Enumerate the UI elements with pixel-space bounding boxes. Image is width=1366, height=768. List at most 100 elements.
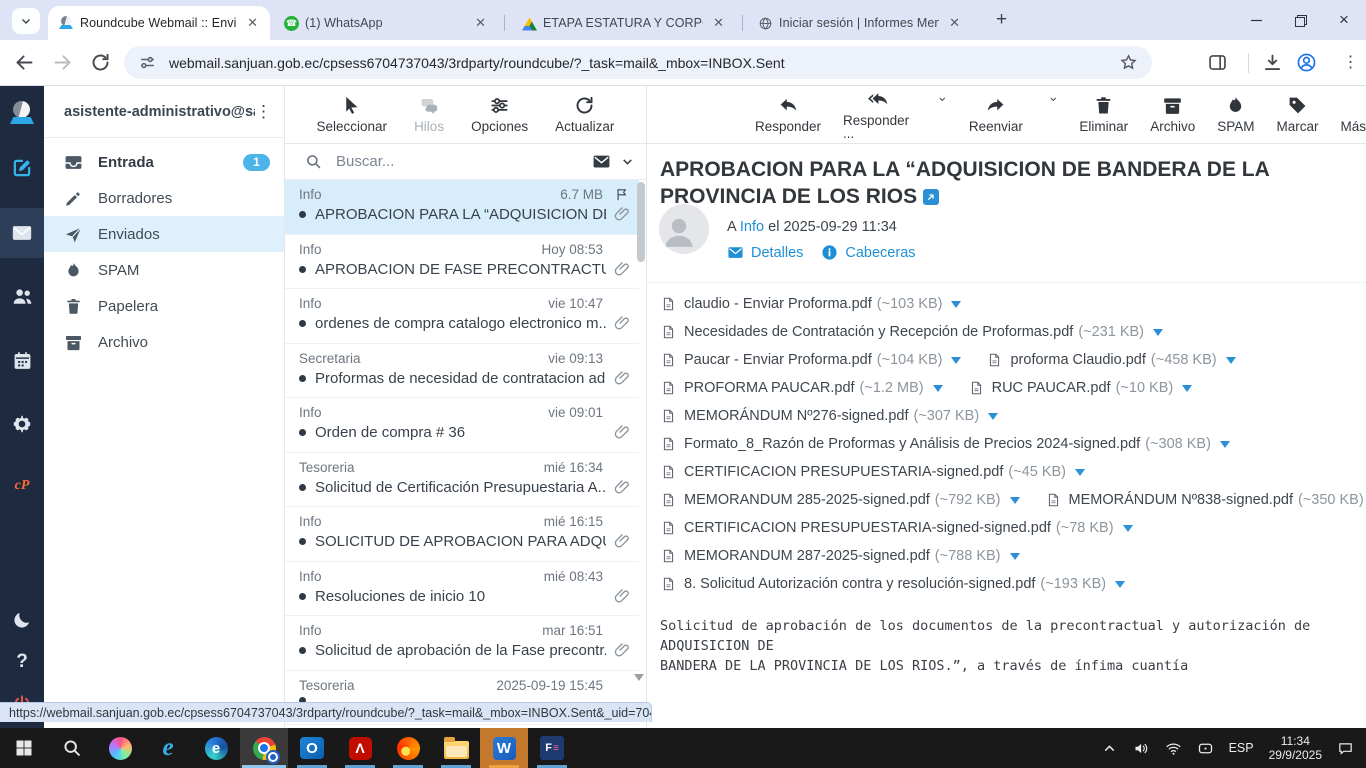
back-button[interactable]: [14, 52, 35, 73]
attachment-item[interactable]: PROFORMA PAUCAR.pdf(~1.2 MB): [661, 379, 943, 397]
taskbar-word-button[interactable]: W: [480, 728, 528, 768]
message-responder-button[interactable]: Responder ...: [843, 89, 912, 141]
external-link-icon[interactable]: [923, 189, 939, 205]
sidebar-item-entrada[interactable]: Entrada1: [44, 144, 284, 180]
attachment-menu-caret-icon[interactable]: [988, 413, 998, 420]
taskbar-internet-explorer-button[interactable]: e: [144, 728, 192, 768]
attachment-menu-caret-icon[interactable]: [933, 385, 943, 392]
attachment-menu-caret-icon[interactable]: [951, 301, 961, 308]
attachment-item[interactable]: MEMORANDUM 285-2025-signed.pdf(~792 KB): [661, 491, 1020, 509]
browser-tab-4[interactable]: Iniciar sesión | Informes Mensua✕: [748, 6, 972, 40]
attachment-item[interactable]: Paucar - Enviar Proforma.pdf(~104 KB): [661, 351, 961, 369]
message-list-row[interactable]: Secretariavie 09:13Proformas de necesida…: [285, 344, 639, 399]
search-input[interactable]: [334, 152, 592, 171]
message-archivo-button[interactable]: Archivo: [1150, 95, 1195, 134]
list-seleccionar-button[interactable]: Seleccionar: [317, 95, 388, 134]
attachment-item[interactable]: CERTIFICACION PRESUPUESTARIA-signed.pdf(…: [661, 463, 1085, 481]
message-list-row[interactable]: Infomié 16:15SOLICITUD DE APROBACION PAR…: [285, 507, 639, 562]
taskbar-acrobat-button[interactable]: Λ: [336, 728, 384, 768]
taskbar-fes-app-button[interactable]: F≡: [528, 728, 576, 768]
compose-button[interactable]: [0, 146, 44, 190]
message-responder-button[interactable]: Responder: [755, 95, 821, 134]
attachment-menu-caret-icon[interactable]: [1115, 581, 1125, 588]
reload-button[interactable]: [90, 52, 111, 73]
attachment-menu-caret-icon[interactable]: [1226, 357, 1236, 364]
attachment-item[interactable]: MEMORÁNDUM Nº276-signed.pdf(~307 KB): [661, 407, 998, 425]
attachment-menu-caret-icon[interactable]: [1153, 329, 1163, 336]
headers-link[interactable]: Cabeceras: [821, 244, 915, 261]
search-bar[interactable]: [285, 144, 646, 180]
taskbar-file-explorer-button[interactable]: [432, 728, 480, 768]
sidebar-item-borradores[interactable]: Borradores: [44, 180, 284, 216]
message-caret-down-icon[interactable]: [1049, 94, 1058, 104]
rail-cpanel-button[interactable]: cP: [0, 464, 44, 508]
message-list-row[interactable]: Infomié 08:43Resoluciones de inicio 10: [285, 562, 639, 617]
attachment-menu-caret-icon[interactable]: [1220, 441, 1230, 448]
close-window-button[interactable]: ×: [1322, 0, 1366, 40]
message-spam-button[interactable]: SPAM: [1217, 95, 1254, 134]
rail-mail-button[interactable]: [0, 208, 44, 258]
list-scrollbar[interactable]: [637, 182, 645, 726]
scrollbar-thumb[interactable]: [637, 182, 645, 262]
side-panel-icon[interactable]: [1207, 52, 1228, 73]
bookmark-star-icon[interactable]: [1119, 53, 1138, 72]
rail-contacts-button[interactable]: [0, 274, 44, 318]
roundcube-logo[interactable]: [0, 92, 44, 136]
rail-settings-button[interactable]: [0, 402, 44, 446]
account-menu-button[interactable]: ⋮: [255, 102, 272, 122]
search-scope-mail-icon[interactable]: [592, 152, 611, 171]
help-button[interactable]: ?: [0, 640, 44, 684]
minimize-button[interactable]: [1234, 0, 1278, 40]
taskbar-start-button[interactable]: [0, 728, 48, 768]
forward-button[interactable]: [52, 52, 73, 73]
list-actualizar-button[interactable]: Actualizar: [555, 95, 614, 134]
taskbar-chrome-button[interactable]: [240, 728, 288, 768]
profile-avatar-icon[interactable]: [1296, 52, 1317, 73]
volume-icon[interactable]: [1133, 740, 1150, 757]
attachment-item[interactable]: proforma Claudio.pdf(~458 KB): [987, 351, 1235, 369]
recipient-link[interactable]: Info: [740, 219, 764, 235]
browser-tab-2[interactable]: ☎(1) WhatsApp✕: [274, 6, 498, 40]
tray-chevron-up-icon[interactable]: [1101, 740, 1118, 757]
tab-search-button[interactable]: [12, 8, 40, 34]
taskbar-edge-button[interactable]: e: [192, 728, 240, 768]
wifi-icon[interactable]: [1165, 740, 1182, 757]
attachment-menu-caret-icon[interactable]: [1010, 553, 1020, 560]
attachment-item[interactable]: Formato_8_Razón de Proformas y Análisis …: [661, 435, 1230, 453]
tab-close-icon[interactable]: ✕: [945, 14, 964, 32]
attachment-menu-caret-icon[interactable]: [1010, 497, 1020, 504]
tab-close-icon[interactable]: ✕: [243, 14, 262, 32]
dark-mode-button[interactable]: [0, 598, 44, 642]
browser-tab-1[interactable]: Roundcube Webmail :: Enviados✕: [48, 6, 270, 40]
taskbar-outlook-button[interactable]: O: [288, 728, 336, 768]
message-list-row[interactable]: Infovie 10:47ordenes de compra catalogo …: [285, 289, 639, 344]
message-list-row[interactable]: Info6.7 MBAPROBACION PARA LA “ADQUISICIO…: [285, 180, 639, 235]
restore-button[interactable]: [1278, 0, 1322, 40]
details-link[interactable]: Detalles: [727, 244, 803, 261]
rail-calendar-button[interactable]: [0, 338, 44, 382]
browser-tab-3[interactable]: ETAPA ESTATURA Y CORPORAL✕: [512, 6, 736, 40]
attachment-menu-caret-icon[interactable]: [951, 357, 961, 364]
account-header[interactable]: asistente-administrativo@sa... ⋮: [44, 86, 284, 138]
attachment-menu-caret-icon[interactable]: [1182, 385, 1192, 392]
attachment-item[interactable]: 8. Solicitud Autorización contra y resol…: [661, 575, 1125, 593]
message-marcar-button[interactable]: Marcar: [1276, 95, 1318, 134]
taskbar-firefox-button[interactable]: [384, 728, 432, 768]
attachment-item[interactable]: claudio - Enviar Proforma.pdf(~103 KB): [661, 295, 961, 313]
message-list-row[interactable]: Infovie 09:01Orden de compra # 36: [285, 398, 639, 453]
tab-close-icon[interactable]: ✕: [709, 14, 728, 32]
message-eliminar-button[interactable]: Eliminar: [1079, 95, 1128, 134]
attachment-menu-caret-icon[interactable]: [1075, 469, 1085, 476]
attachment-item[interactable]: MEMORÁNDUM Nº838-signed.pdf(~350 KB): [1046, 491, 1366, 509]
tab-close-icon[interactable]: ✕: [471, 14, 490, 32]
new-tab-button[interactable]: +: [996, 10, 1007, 29]
sidebar-item-spam[interactable]: SPAM: [44, 252, 284, 288]
attachment-menu-caret-icon[interactable]: [1123, 525, 1133, 532]
notification-center-icon[interactable]: [1337, 740, 1354, 757]
browser-menu-button[interactable]: ⋮: [1340, 52, 1361, 73]
message-m-s-button[interactable]: Más: [1340, 95, 1366, 134]
message-list-row[interactable]: InfoHoy 08:53APROBACION DE FASE PRECONTR…: [285, 235, 639, 290]
message-reenviar-button[interactable]: Reenviar: [969, 95, 1023, 134]
sidebar-item-archivo[interactable]: Archivo: [44, 324, 284, 360]
message-caret-down-icon[interactable]: [938, 94, 947, 104]
